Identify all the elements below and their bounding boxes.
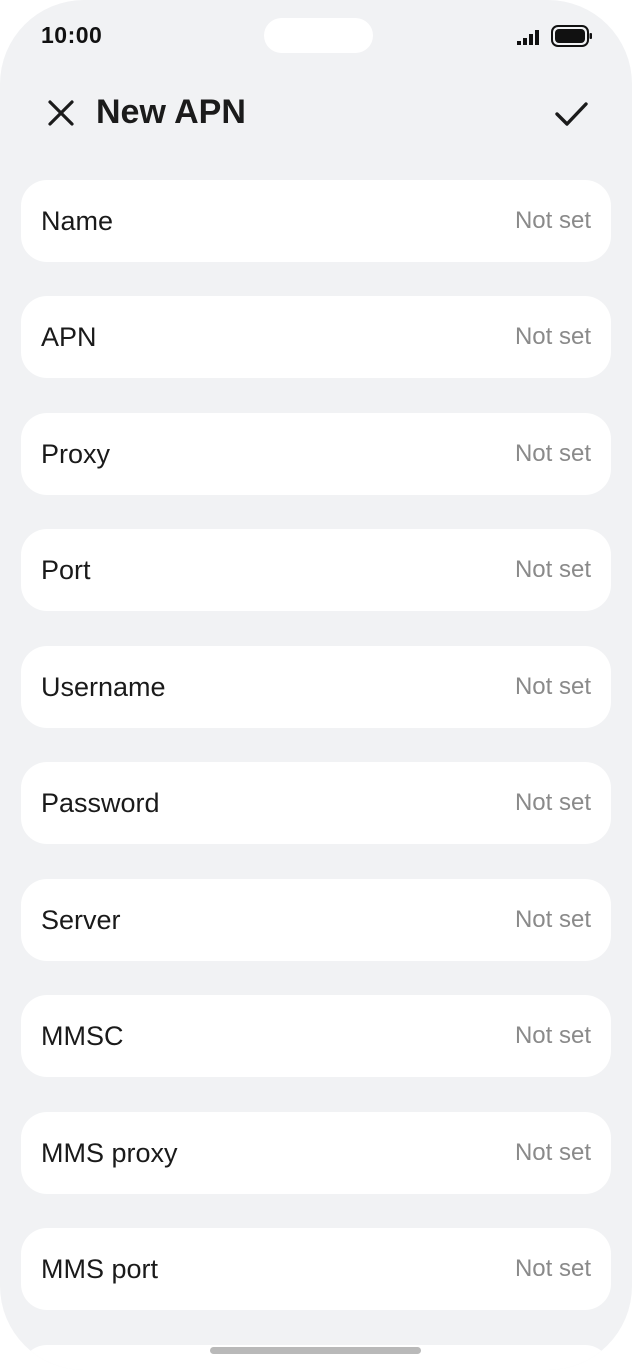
field-label: Port [41,555,91,585]
field-label: MMSC [41,1021,124,1051]
field-row-mmsc[interactable]: MMSC Not set [21,995,611,1077]
status-time: 10:00 [41,22,103,48]
camera-notch [264,18,373,53]
field-label: Username [41,672,166,702]
field-row-password[interactable]: Password Not set [21,762,611,844]
field-label: Name [41,206,114,236]
field-value: Not set [514,1022,591,1049]
app-header: New APN [0,84,632,140]
field-value: Not set [514,789,591,816]
status-bar: 10:00 [0,0,632,72]
field-row-name[interactable]: Name Not set [21,180,611,262]
battery-icon [551,25,592,47]
phone-screen: 10:00 New APN Name Not set APN Not set P… [0,0,632,1370]
page-title: New APN [96,93,246,131]
field-row-port[interactable]: Port Not set [21,529,611,611]
signal-icon [517,30,539,45]
field-label: Proxy [41,439,111,469]
close-icon [48,100,74,126]
save-button[interactable] [548,90,594,136]
field-value: Not set [514,673,591,700]
field-value: Not set [514,440,591,467]
field-value: Not set [514,556,591,583]
field-label: MMS proxy [41,1138,178,1168]
field-label: Password [41,788,160,818]
home-indicator[interactable] [210,1347,421,1354]
field-row-mms-proxy[interactable]: MMS proxy Not set [21,1112,611,1194]
field-value: Not set [514,1139,591,1166]
field-value: Not set [514,323,591,350]
field-value: Not set [514,1255,591,1282]
field-row-username[interactable]: Username Not set [21,646,611,728]
field-row-proxy[interactable]: Proxy Not set [21,413,611,495]
close-button[interactable] [40,92,82,134]
field-value: Not set [514,207,591,234]
field-row-server[interactable]: Server Not set [21,879,611,961]
checkmark-icon [555,102,588,126]
field-label: APN [41,322,97,352]
field-row-apn[interactable]: APN Not set [21,296,611,378]
field-value: Not set [514,906,591,933]
field-label: Server [41,905,121,935]
field-label: MMS port [41,1254,159,1284]
field-row-mms-port[interactable]: MMS port Not set [21,1228,611,1310]
